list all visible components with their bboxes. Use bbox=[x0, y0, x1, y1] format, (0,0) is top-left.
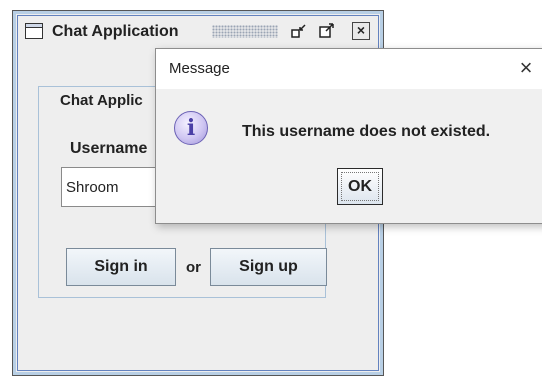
main-titlebar[interactable]: Chat Application × bbox=[18, 16, 378, 48]
sign-up-button[interactable]: Sign up bbox=[210, 248, 327, 286]
app-window-icon bbox=[25, 23, 43, 39]
username-label: Username bbox=[70, 140, 148, 157]
main-window-title: Chat Application bbox=[52, 23, 179, 40]
iconify-icon[interactable] bbox=[290, 22, 308, 40]
or-label: or bbox=[186, 259, 201, 276]
maximize-icon[interactable] bbox=[318, 22, 336, 40]
dialog-titlebar[interactable]: Message × bbox=[156, 49, 542, 89]
info-icon: i bbox=[174, 111, 208, 145]
sign-in-button[interactable]: Sign in bbox=[66, 248, 176, 286]
ok-button[interactable]: OK bbox=[337, 168, 383, 205]
dialog-title: Message bbox=[169, 60, 230, 77]
login-group-title: Chat Applic bbox=[60, 92, 143, 109]
dialog-message: This username does not existed. bbox=[242, 123, 491, 140]
message-dialog: Message × i This username does not exist… bbox=[155, 48, 542, 224]
titlebar-grip bbox=[212, 25, 278, 38]
window-close-icon[interactable]: × bbox=[352, 22, 370, 40]
dialog-close-icon[interactable]: × bbox=[512, 55, 540, 83]
